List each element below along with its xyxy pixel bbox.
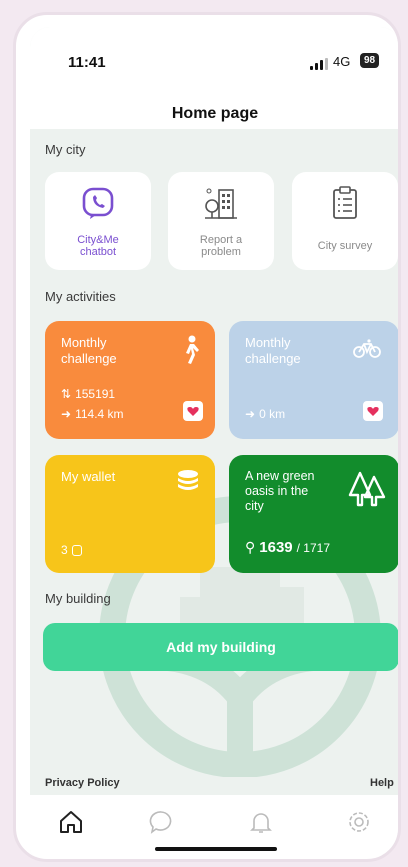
wallet-title: My wallet bbox=[61, 469, 116, 484]
oasis-total: / 1717 bbox=[296, 540, 331, 555]
phone-frame: 11:41 4G 98 Home page My city City&Me ch… bbox=[13, 12, 401, 862]
app-screen: 11:41 4G 98 Home page My city City&Me ch… bbox=[30, 27, 398, 857]
oasis-count: 1639 bbox=[259, 539, 293, 556]
card-cycling-challenge[interactable]: Monthly challenge ➜ 0 km bbox=[229, 321, 398, 439]
coins-icon bbox=[178, 470, 198, 490]
walking-challenge-title: Monthly challenge bbox=[61, 335, 117, 366]
footsteps-icon: ⇅ bbox=[61, 387, 72, 401]
card-walking-challenge[interactable]: Monthly challenge ⇅ 155191 ➜ 114.4 km bbox=[45, 321, 215, 439]
tile-city-survey[interactable]: City survey bbox=[292, 172, 398, 270]
cycling-challenge-title: Monthly challenge bbox=[245, 335, 301, 366]
page-background: 11:41 4G 98 Home page My city City&Me ch… bbox=[0, 0, 408, 867]
tile-report-label: Report a problem bbox=[199, 234, 243, 258]
home-indicator bbox=[155, 847, 277, 851]
card-green-oasis[interactable]: A new green oasis in the city ⚲ 1639 / 1… bbox=[229, 455, 398, 573]
wallet-value: 3 bbox=[61, 543, 68, 557]
trees-icon bbox=[348, 471, 386, 507]
distance-icon: ➜ bbox=[245, 407, 256, 421]
distance-icon: ➜ bbox=[61, 407, 72, 421]
signal-icon bbox=[310, 58, 328, 70]
bell-icon[interactable] bbox=[248, 809, 274, 835]
battery-badge: 98 bbox=[360, 53, 380, 68]
section-my-building: My building bbox=[45, 591, 111, 606]
sprout-icon: ⚲ bbox=[245, 539, 256, 555]
chat-icon[interactable] bbox=[148, 809, 174, 835]
steps-stat: ⇅ 155191 bbox=[61, 387, 115, 401]
network-type: 4G bbox=[333, 54, 351, 69]
section-my-activities: My activities bbox=[45, 289, 116, 304]
privacy-policy-link[interactable]: Privacy Policy bbox=[45, 777, 120, 789]
settings-icon[interactable] bbox=[346, 809, 372, 835]
favorite-heart-icon[interactable] bbox=[363, 401, 383, 421]
coin-icon bbox=[71, 544, 82, 556]
steps-value: 155191 bbox=[75, 387, 116, 401]
page-title: Home page bbox=[171, 105, 259, 122]
report-building-icon bbox=[168, 186, 274, 220]
add-my-building-button[interactable]: Add my building bbox=[43, 623, 398, 671]
tile-report-problem[interactable]: Report a problem bbox=[168, 172, 274, 270]
bike-distance-stat: ➜ 0 km bbox=[245, 407, 285, 421]
home-icon[interactable] bbox=[58, 809, 84, 835]
favorite-heart-icon[interactable] bbox=[183, 401, 203, 421]
oasis-stat: ⚲ 1639 / 1717 bbox=[245, 539, 330, 556]
walk-distance-stat: ➜ 114.4 km bbox=[61, 407, 124, 421]
bike-distance-value: 0 km bbox=[259, 407, 286, 421]
tile-survey-label: City survey bbox=[317, 240, 373, 252]
help-link[interactable]: Help bbox=[370, 777, 394, 789]
tile-chatbot[interactable]: City&Me chatbot bbox=[45, 172, 151, 270]
walk-distance-value: 114.4 km bbox=[75, 407, 124, 421]
oasis-title: A new green oasis in the city bbox=[245, 469, 315, 513]
section-my-city: My city bbox=[45, 142, 86, 157]
tile-chatbot-label: City&Me chatbot bbox=[77, 234, 119, 258]
status-time: 11:41 bbox=[68, 54, 106, 71]
walking-icon bbox=[186, 335, 199, 364]
wallet-stat: 3 bbox=[61, 543, 82, 557]
card-my-wallet[interactable]: My wallet 3 bbox=[45, 455, 215, 573]
status-bar: 11:41 4G 98 bbox=[30, 27, 398, 87]
page-header: Home page bbox=[30, 87, 398, 129]
clipboard-survey-icon bbox=[292, 186, 398, 220]
bicycle-icon bbox=[353, 339, 381, 358]
viber-chat-icon bbox=[45, 186, 151, 220]
